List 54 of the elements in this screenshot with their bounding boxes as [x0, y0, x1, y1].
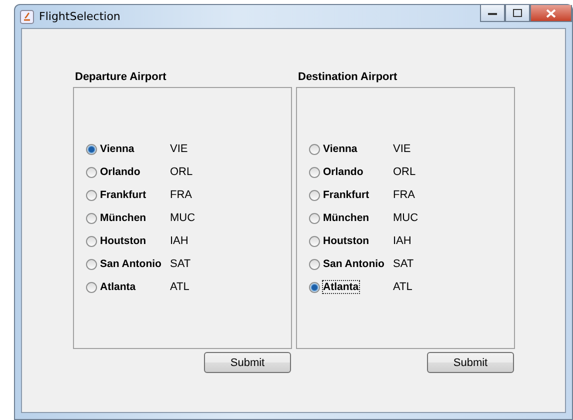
minimize-icon [488, 12, 497, 14]
airport-code: ATL [393, 281, 412, 293]
airport-name[interactable]: Atlanta [100, 281, 136, 293]
airport-code: SAT [393, 258, 414, 270]
airport-code: ORL [170, 166, 193, 178]
radio-button[interactable] [86, 212, 97, 224]
airport-name[interactable]: Orlando [100, 166, 140, 178]
radio-button[interactable] [309, 236, 320, 246]
airport-name[interactable]: Vienna [100, 143, 134, 155]
maximize-button[interactable] [505, 5, 530, 22]
radio-button[interactable] [309, 166, 320, 178]
radio-button[interactable] [86, 166, 97, 178]
submit-button[interactable]: Submit [427, 352, 514, 373]
radio-button[interactable] [86, 258, 97, 270]
airport-name[interactable]: München [100, 212, 146, 224]
airport-name[interactable]: San Antonio [100, 258, 162, 270]
airport-name[interactable]: Houtston [323, 235, 370, 247]
airport-code: VIE [393, 143, 411, 155]
window-title: FlightSelection [39, 10, 120, 23]
airport-name[interactable]: Atlanta [323, 281, 359, 293]
panel-title: Departure Airport [75, 71, 168, 84]
maximize-icon [513, 9, 522, 17]
radio-button[interactable] [309, 190, 320, 200]
airport-name[interactable]: München [323, 212, 370, 224]
radio-button[interactable] [309, 258, 320, 270]
app-icon [20, 10, 34, 24]
panel-title: Destination Airport [298, 71, 398, 84]
airport-name[interactable]: San Antonio [323, 258, 384, 270]
radio-button[interactable] [86, 282, 97, 292]
airport-code: ORL [393, 166, 416, 178]
airport-code: IAH [170, 235, 188, 247]
airport-code: MUC [170, 212, 196, 224]
airport-code: SAT [170, 258, 191, 270]
radio-button[interactable] [309, 282, 320, 292]
airport-name[interactable]: Orlando [323, 166, 364, 178]
airport-name[interactable]: Frankfurt [100, 189, 146, 201]
radio-button[interactable] [86, 144, 97, 154]
airport-code: MUC [393, 212, 418, 224]
radio-button[interactable] [309, 144, 320, 154]
airport-name[interactable]: Vienna [323, 143, 358, 155]
close-button[interactable] [530, 5, 572, 22]
close-icon [546, 8, 556, 18]
radio-button[interactable] [309, 212, 320, 224]
airport-code: ATL [170, 281, 190, 293]
airport-code: FRA [170, 189, 192, 201]
submit-button[interactable]: Submit [204, 352, 291, 373]
radio-button[interactable] [86, 190, 97, 200]
minimize-button[interactable] [480, 5, 505, 22]
airport-name[interactable]: Frankfurt [323, 189, 370, 201]
radio-button[interactable] [86, 236, 97, 246]
airport-name[interactable]: Houtston [100, 235, 146, 247]
airport-code: VIE [170, 143, 188, 155]
airport-code: IAH [393, 235, 412, 247]
airport-code: FRA [393, 189, 415, 201]
